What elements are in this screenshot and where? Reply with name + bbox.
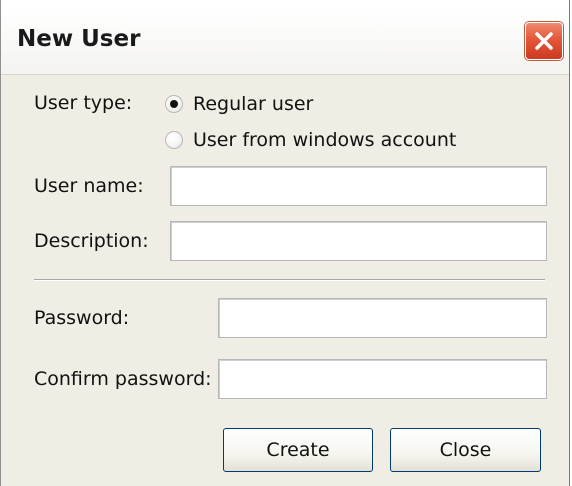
confirm-password-input[interactable] xyxy=(218,359,547,399)
description-label: Description: xyxy=(34,230,149,252)
dialog-title: New User xyxy=(17,26,141,52)
radio-regular-user-label: Regular user xyxy=(193,93,314,115)
create-button[interactable]: Create xyxy=(223,428,373,472)
radio-regular-user[interactable]: Regular user xyxy=(165,92,313,116)
close-window-button[interactable] xyxy=(525,22,563,60)
user-type-label: User type: xyxy=(34,92,133,114)
user-name-input[interactable] xyxy=(170,166,547,206)
radio-windows-account-label: User from windows account xyxy=(193,129,457,151)
confirm-password-label: Confirm password: xyxy=(34,368,212,390)
section-divider xyxy=(34,279,545,281)
new-user-dialog: New User User type: Regular user User fr… xyxy=(0,0,570,486)
title-bar[interactable]: New User xyxy=(1,0,569,75)
radio-button-checked[interactable] xyxy=(165,95,183,113)
radio-windows-account-user[interactable]: User from windows account xyxy=(165,128,456,152)
close-icon xyxy=(535,32,553,50)
description-input[interactable] xyxy=(170,221,547,261)
password-input[interactable] xyxy=(218,298,547,338)
user-name-label: User name: xyxy=(34,175,144,197)
close-button[interactable]: Close xyxy=(390,428,541,472)
password-label: Password: xyxy=(34,307,130,329)
radio-button-unchecked[interactable] xyxy=(165,131,183,149)
